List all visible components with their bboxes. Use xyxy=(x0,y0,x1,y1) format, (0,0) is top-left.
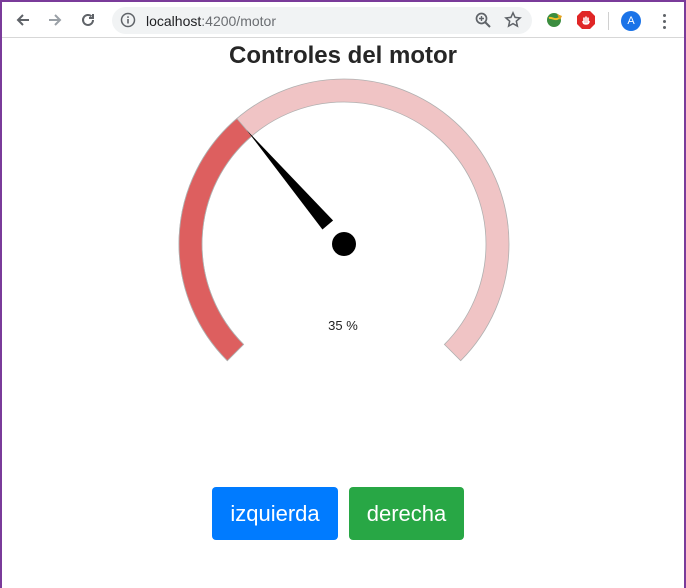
gauge-needle xyxy=(246,129,334,230)
motor-gauge xyxy=(178,78,510,362)
left-button[interactable]: izquierda xyxy=(212,487,338,540)
gauge-needle-hub xyxy=(332,232,356,256)
gauge-value-label: 35 % xyxy=(328,318,358,333)
right-button[interactable]: derecha xyxy=(349,487,464,540)
